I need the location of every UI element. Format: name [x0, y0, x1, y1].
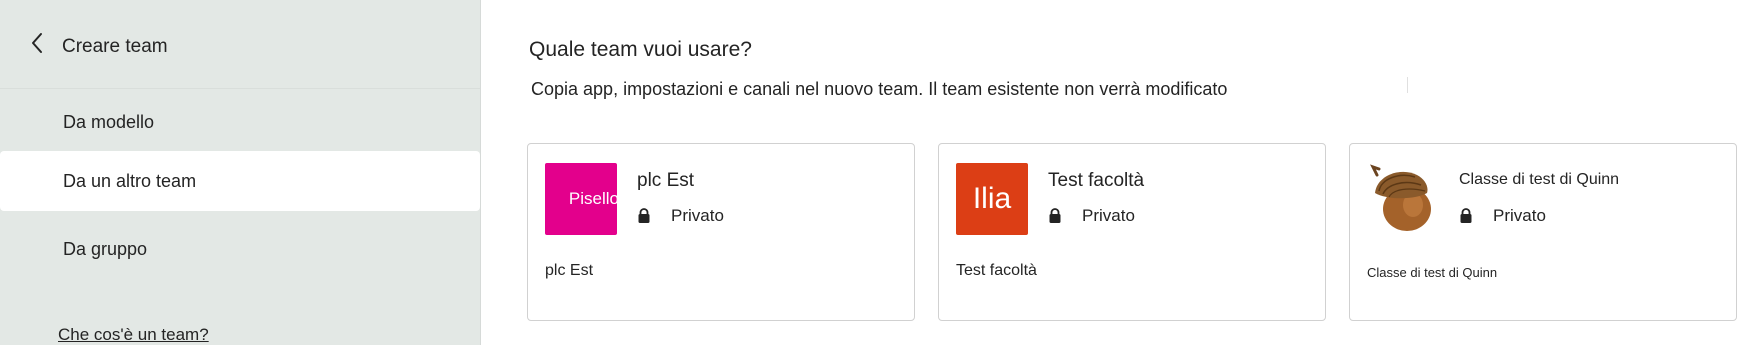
page-title: Creare team: [62, 36, 168, 57]
team-name: Classe di test di Quinn: [1459, 171, 1620, 188]
chevron-left-icon: [32, 33, 42, 53]
privacy-status: Privato: [637, 206, 724, 226]
sidebar-item-label: Da gruppo: [63, 238, 148, 259]
team-description: plc Est: [545, 262, 594, 279]
avatar-text: Pisello: [568, 189, 617, 208]
team-card-classe-di-test-di-quinn[interactable]: Classe di test di Quinn Privato Classe d…: [1349, 143, 1737, 321]
team-description: Test facoltà: [956, 262, 1037, 279]
sidebar-item-da-gruppo[interactable]: Da gruppo: [0, 219, 480, 279]
main-panel: Quale team vuoi usare? Copia app, impost…: [481, 0, 1743, 345]
lock-icon: [1048, 208, 1062, 224]
avatar-text: Ilia: [972, 182, 1012, 215]
back-button[interactable]: [22, 28, 52, 58]
team-name: plc Est: [637, 170, 695, 191]
divider: [1407, 77, 1408, 93]
privacy-label: Privato: [671, 206, 724, 225]
team-card-plc-est[interactable]: Pisello plc Est Privato plc Est: [527, 143, 915, 321]
team-avatar: Ilia: [956, 163, 1028, 235]
lock-icon: [1459, 208, 1473, 224]
sidebar-item-da-un-altro-team[interactable]: Da un altro team: [0, 151, 480, 211]
sidebar-item-label: Da modello: [63, 111, 155, 132]
privacy-status: Privato: [1459, 206, 1546, 226]
section-subtitle: Copia app, impostazioni e canali nel nuo…: [531, 79, 1228, 99]
acorn-icon: [1367, 163, 1439, 235]
sidebar: Creare team Da modello Da un altro team …: [0, 0, 481, 345]
privacy-label: Privato: [1082, 206, 1135, 225]
team-description: Classe di test di Quinn: [1367, 265, 1498, 280]
sidebar-item-label: Da un altro team: [63, 170, 197, 191]
lock-icon: [637, 208, 651, 224]
section-title: Quale team vuoi usare?: [529, 38, 752, 61]
team-name: Test facoltà: [1048, 170, 1145, 191]
sidebar-header: Creare team: [0, 0, 480, 89]
sidebar-item-da-modello[interactable]: Da modello: [0, 92, 480, 152]
team-card-test-facolta[interactable]: Ilia Test facoltà Privato Test facoltà: [938, 143, 1326, 321]
what-is-team-link[interactable]: Che cos'è un team?: [58, 325, 209, 345]
privacy-status: Privato: [1048, 206, 1135, 226]
team-avatar: Pisello: [545, 163, 617, 235]
privacy-label: Privato: [1493, 206, 1546, 225]
